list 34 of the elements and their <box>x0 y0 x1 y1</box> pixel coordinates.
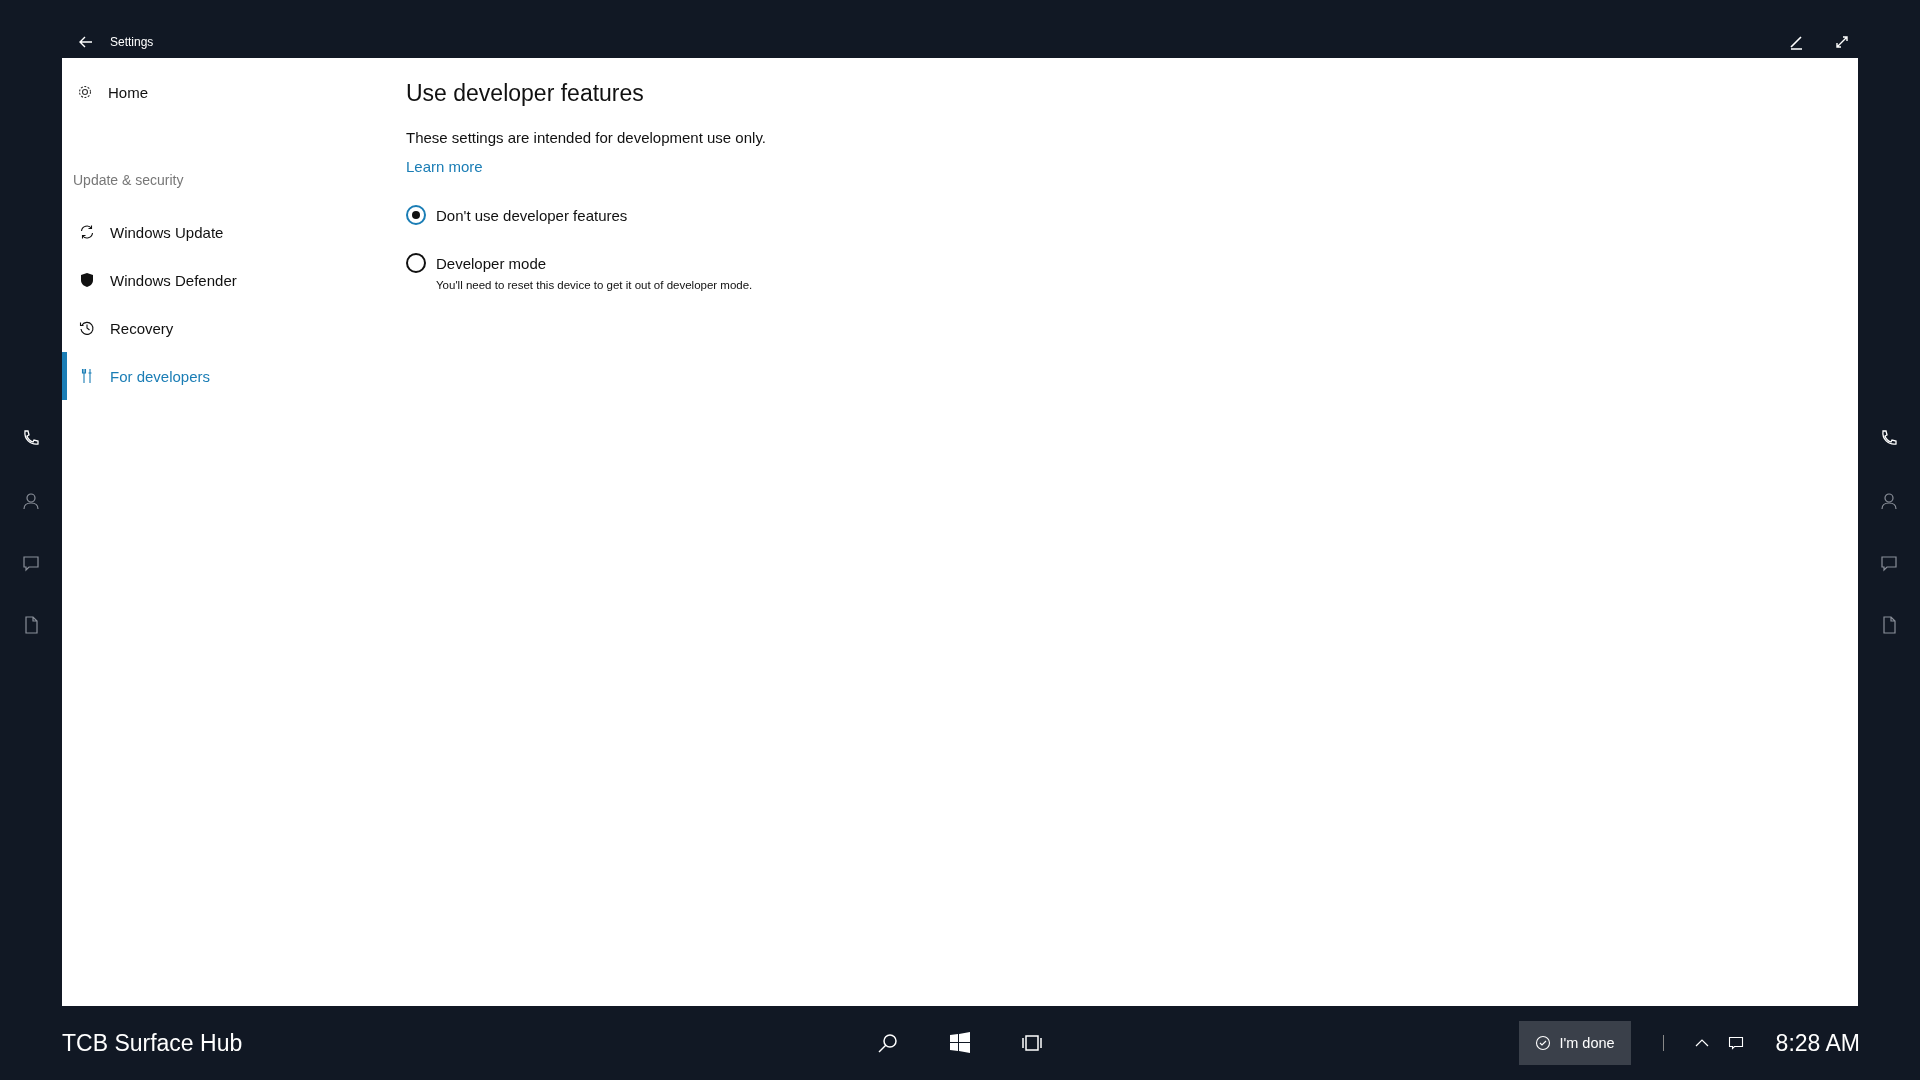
pen-icon[interactable] <box>1788 34 1804 50</box>
sync-icon <box>79 224 95 240</box>
nav-item[interactable]: Windows Defender <box>62 256 406 304</box>
settings-icon <box>77 84 93 100</box>
option-note: You'll need to reset this device to get it out of developer mode. <box>436 279 754 291</box>
shield-icon <box>79 272 95 288</box>
learn-more-link[interactable]: Learn more <box>406 158 483 175</box>
nav-item[interactable]: For developers <box>62 352 406 400</box>
radio-button[interactable] <box>406 253 426 273</box>
device-name: TCB Surface Hub <box>62 1029 244 1057</box>
nav-item[interactable]: Windows Update <box>62 208 406 256</box>
description-text: These settings are intended for development use only. <box>406 129 766 146</box>
search-icon[interactable] <box>876 1031 900 1055</box>
radio-label[interactable]: Don't use developer features <box>436 206 628 224</box>
home-nav-item[interactable]: Home <box>62 72 406 112</box>
done-button[interactable]: I'm done <box>1519 1021 1631 1065</box>
radio-label[interactable]: Developer mode <box>436 254 547 272</box>
chat-icon[interactable] <box>1879 553 1899 573</box>
tools-icon <box>79 368 95 384</box>
radio-button[interactable] <box>406 205 426 225</box>
clock: 8:28 AM <box>1775 1029 1860 1057</box>
person-icon[interactable] <box>1879 491 1899 511</box>
check-circle-icon <box>1535 1035 1552 1051</box>
chat-icon[interactable] <box>21 553 41 573</box>
history-icon <box>79 320 95 336</box>
expand-icon[interactable] <box>1834 34 1850 50</box>
person-icon[interactable] <box>21 491 41 511</box>
window-title: Settings <box>110 35 154 49</box>
section-header: Update & security <box>72 172 185 188</box>
windows-logo-icon[interactable] <box>948 1031 972 1055</box>
page-heading: Use developer features <box>406 80 645 107</box>
back-arrow-icon[interactable] <box>78 34 94 50</box>
message-icon[interactable] <box>1727 1035 1744 1051</box>
nav-item[interactable]: Recovery <box>62 304 406 352</box>
